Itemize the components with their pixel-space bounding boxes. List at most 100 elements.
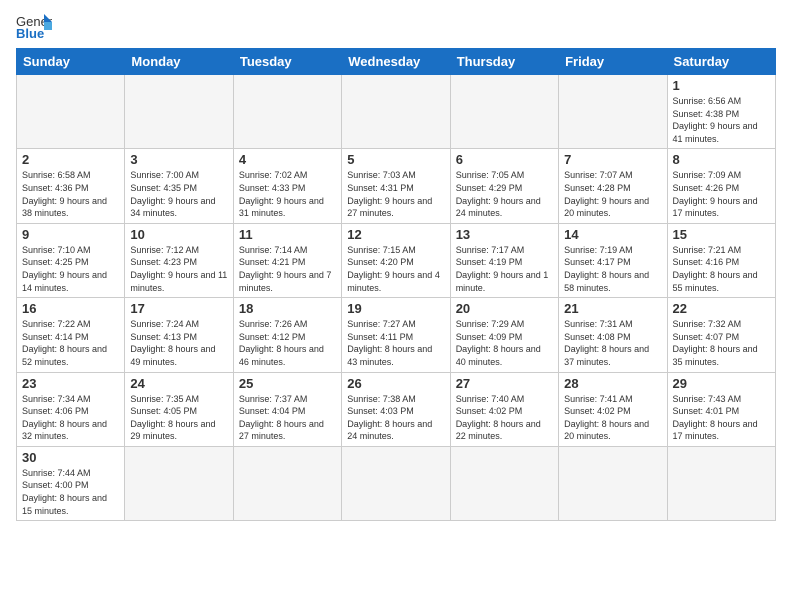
logo: General Blue (16, 12, 52, 40)
day-number: 11 (239, 227, 336, 242)
day-number: 19 (347, 301, 444, 316)
day-number: 4 (239, 152, 336, 167)
calendar-cell: 6Sunrise: 7:05 AM Sunset: 4:29 PM Daylig… (450, 149, 558, 223)
day-info: Sunrise: 7:35 AM Sunset: 4:05 PM Dayligh… (130, 393, 227, 443)
day-number: 24 (130, 376, 227, 391)
day-info: Sunrise: 7:32 AM Sunset: 4:07 PM Dayligh… (673, 318, 770, 368)
day-info: Sunrise: 7:21 AM Sunset: 4:16 PM Dayligh… (673, 244, 770, 294)
day-info: Sunrise: 6:58 AM Sunset: 4:36 PM Dayligh… (22, 169, 119, 219)
day-number: 7 (564, 152, 661, 167)
day-number: 28 (564, 376, 661, 391)
calendar-cell: 28 Sunrise: 7:41 AM Sunset: 4:02 PM Dayli… (559, 372, 667, 446)
calendar-cell (450, 446, 558, 520)
calendar-cell: 9Sunrise: 7:10 AM Sunset: 4:25 PM Daylig… (17, 223, 125, 297)
day-info: Sunrise: 6:56 AM Sunset: 4:38 PM Dayligh… (673, 95, 770, 145)
calendar-cell (233, 446, 341, 520)
day-number: 8 (673, 152, 770, 167)
day-number: 13 (456, 227, 553, 242)
calendar-cell (559, 446, 667, 520)
svg-text:Blue: Blue (16, 26, 44, 40)
day-info: Sunrise: 7:44 AM Sunset: 4:00 PM Dayligh… (22, 467, 119, 517)
calendar-cell: 21 Sunrise: 7:31 AM Sunset: 4:08 PM Dayli… (559, 298, 667, 372)
calendar-cell (342, 446, 450, 520)
day-number: 20 (456, 301, 553, 316)
calendar-cell: 19 Sunrise: 7:27 AM Sunset: 4:11 PM Dayli… (342, 298, 450, 372)
day-number: 2 (22, 152, 119, 167)
day-number: 26 (347, 376, 444, 391)
day-number: 15 (673, 227, 770, 242)
weekday-header-saturday: Saturday (667, 49, 775, 75)
day-info: Sunrise: 7:38 AM Sunset: 4:03 PM Dayligh… (347, 393, 444, 443)
calendar-cell (125, 446, 233, 520)
calendar-cell (125, 75, 233, 149)
day-info: Sunrise: 7:27 AM Sunset: 4:11 PM Dayligh… (347, 318, 444, 368)
day-number: 25 (239, 376, 336, 391)
calendar-cell: 4 Sunrise: 7:02 AM Sunset: 4:33 PM Daylig… (233, 149, 341, 223)
weekday-header-wednesday: Wednesday (342, 49, 450, 75)
day-number: 5 (347, 152, 444, 167)
calendar-cell: 14 Sunrise: 7:19 AM Sunset: 4:17 PM Dayli… (559, 223, 667, 297)
day-info: Sunrise: 7:12 AM Sunset: 4:23 PM Dayligh… (130, 244, 227, 294)
day-number: 30 (22, 450, 119, 465)
calendar-cell: 15 Sunrise: 7:21 AM Sunset: 4:16 PM Dayli… (667, 223, 775, 297)
day-number: 29 (673, 376, 770, 391)
day-info: Sunrise: 7:34 AM Sunset: 4:06 PM Dayligh… (22, 393, 119, 443)
calendar-cell (667, 446, 775, 520)
calendar-cell: 16Sunrise: 7:22 AM Sunset: 4:14 PM Dayli… (17, 298, 125, 372)
calendar-cell: 20Sunrise: 7:29 AM Sunset: 4:09 PM Dayli… (450, 298, 558, 372)
calendar-cell (342, 75, 450, 149)
day-number: 22 (673, 301, 770, 316)
day-number: 9 (22, 227, 119, 242)
calendar-cell (559, 75, 667, 149)
calendar-week-2: 2 Sunrise: 6:58 AM Sunset: 4:36 PM Daylig… (17, 149, 776, 223)
day-info: Sunrise: 7:05 AM Sunset: 4:29 PM Dayligh… (456, 169, 553, 219)
weekday-header-friday: Friday (559, 49, 667, 75)
day-info: Sunrise: 7:15 AM Sunset: 4:20 PM Dayligh… (347, 244, 444, 294)
day-number: 12 (347, 227, 444, 242)
day-number: 18 (239, 301, 336, 316)
calendar-cell: 18 Sunrise: 7:26 AM Sunset: 4:12 PM Dayli… (233, 298, 341, 372)
calendar-cell: 30 Sunrise: 7:44 AM Sunset: 4:00 PM Dayli… (17, 446, 125, 520)
weekday-header-thursday: Thursday (450, 49, 558, 75)
day-info: Sunrise: 7:22 AM Sunset: 4:14 PM Dayligh… (22, 318, 119, 368)
day-info: Sunrise: 7:31 AM Sunset: 4:08 PM Dayligh… (564, 318, 661, 368)
day-number: 27 (456, 376, 553, 391)
weekday-header-tuesday: Tuesday (233, 49, 341, 75)
day-number: 14 (564, 227, 661, 242)
calendar-cell: 27 Sunrise: 7:40 AM Sunset: 4:02 PM Dayli… (450, 372, 558, 446)
weekday-header-row: SundayMondayTuesdayWednesdayThursdayFrid… (17, 49, 776, 75)
day-info: Sunrise: 7:43 AM Sunset: 4:01 PM Dayligh… (673, 393, 770, 443)
day-info: Sunrise: 7:40 AM Sunset: 4:02 PM Dayligh… (456, 393, 553, 443)
day-number: 21 (564, 301, 661, 316)
calendar-week-4: 16Sunrise: 7:22 AM Sunset: 4:14 PM Dayli… (17, 298, 776, 372)
weekday-header-monday: Monday (125, 49, 233, 75)
day-number: 17 (130, 301, 227, 316)
calendar-week-3: 9Sunrise: 7:10 AM Sunset: 4:25 PM Daylig… (17, 223, 776, 297)
calendar-cell (450, 75, 558, 149)
day-info: Sunrise: 7:19 AM Sunset: 4:17 PM Dayligh… (564, 244, 661, 294)
day-info: Sunrise: 7:24 AM Sunset: 4:13 PM Dayligh… (130, 318, 227, 368)
calendar-cell: 3 Sunrise: 7:00 AM Sunset: 4:35 PM Daylig… (125, 149, 233, 223)
day-info: Sunrise: 7:26 AM Sunset: 4:12 PM Dayligh… (239, 318, 336, 368)
day-info: Sunrise: 7:17 AM Sunset: 4:19 PM Dayligh… (456, 244, 553, 294)
calendar-week-1: 1 Sunrise: 6:56 AM Sunset: 4:38 PM Daylig… (17, 75, 776, 149)
day-number: 10 (130, 227, 227, 242)
calendar-cell: 12 Sunrise: 7:15 AM Sunset: 4:20 PM Dayli… (342, 223, 450, 297)
calendar-cell: 13 Sunrise: 7:17 AM Sunset: 4:19 PM Dayli… (450, 223, 558, 297)
day-info: Sunrise: 7:41 AM Sunset: 4:02 PM Dayligh… (564, 393, 661, 443)
day-number: 1 (673, 78, 770, 93)
day-info: Sunrise: 7:00 AM Sunset: 4:35 PM Dayligh… (130, 169, 227, 219)
calendar-week-6: 30 Sunrise: 7:44 AM Sunset: 4:00 PM Dayli… (17, 446, 776, 520)
generalblue-logo-icon: General Blue (16, 12, 52, 40)
day-number: 23 (22, 376, 119, 391)
calendar-cell: 17 Sunrise: 7:24 AM Sunset: 4:13 PM Dayli… (125, 298, 233, 372)
calendar-table: SundayMondayTuesdayWednesdayThursdayFrid… (16, 48, 776, 521)
calendar-cell: 24 Sunrise: 7:35 AM Sunset: 4:05 PM Dayli… (125, 372, 233, 446)
calendar-cell: 26 Sunrise: 7:38 AM Sunset: 4:03 PM Dayli… (342, 372, 450, 446)
day-info: Sunrise: 7:02 AM Sunset: 4:33 PM Dayligh… (239, 169, 336, 219)
calendar-cell: 29 Sunrise: 7:43 AM Sunset: 4:01 PM Dayli… (667, 372, 775, 446)
calendar-cell: 25Sunrise: 7:37 AM Sunset: 4:04 PM Dayli… (233, 372, 341, 446)
day-number: 3 (130, 152, 227, 167)
calendar-cell: 2 Sunrise: 6:58 AM Sunset: 4:36 PM Daylig… (17, 149, 125, 223)
calendar-cell: 1 Sunrise: 6:56 AM Sunset: 4:38 PM Daylig… (667, 75, 775, 149)
